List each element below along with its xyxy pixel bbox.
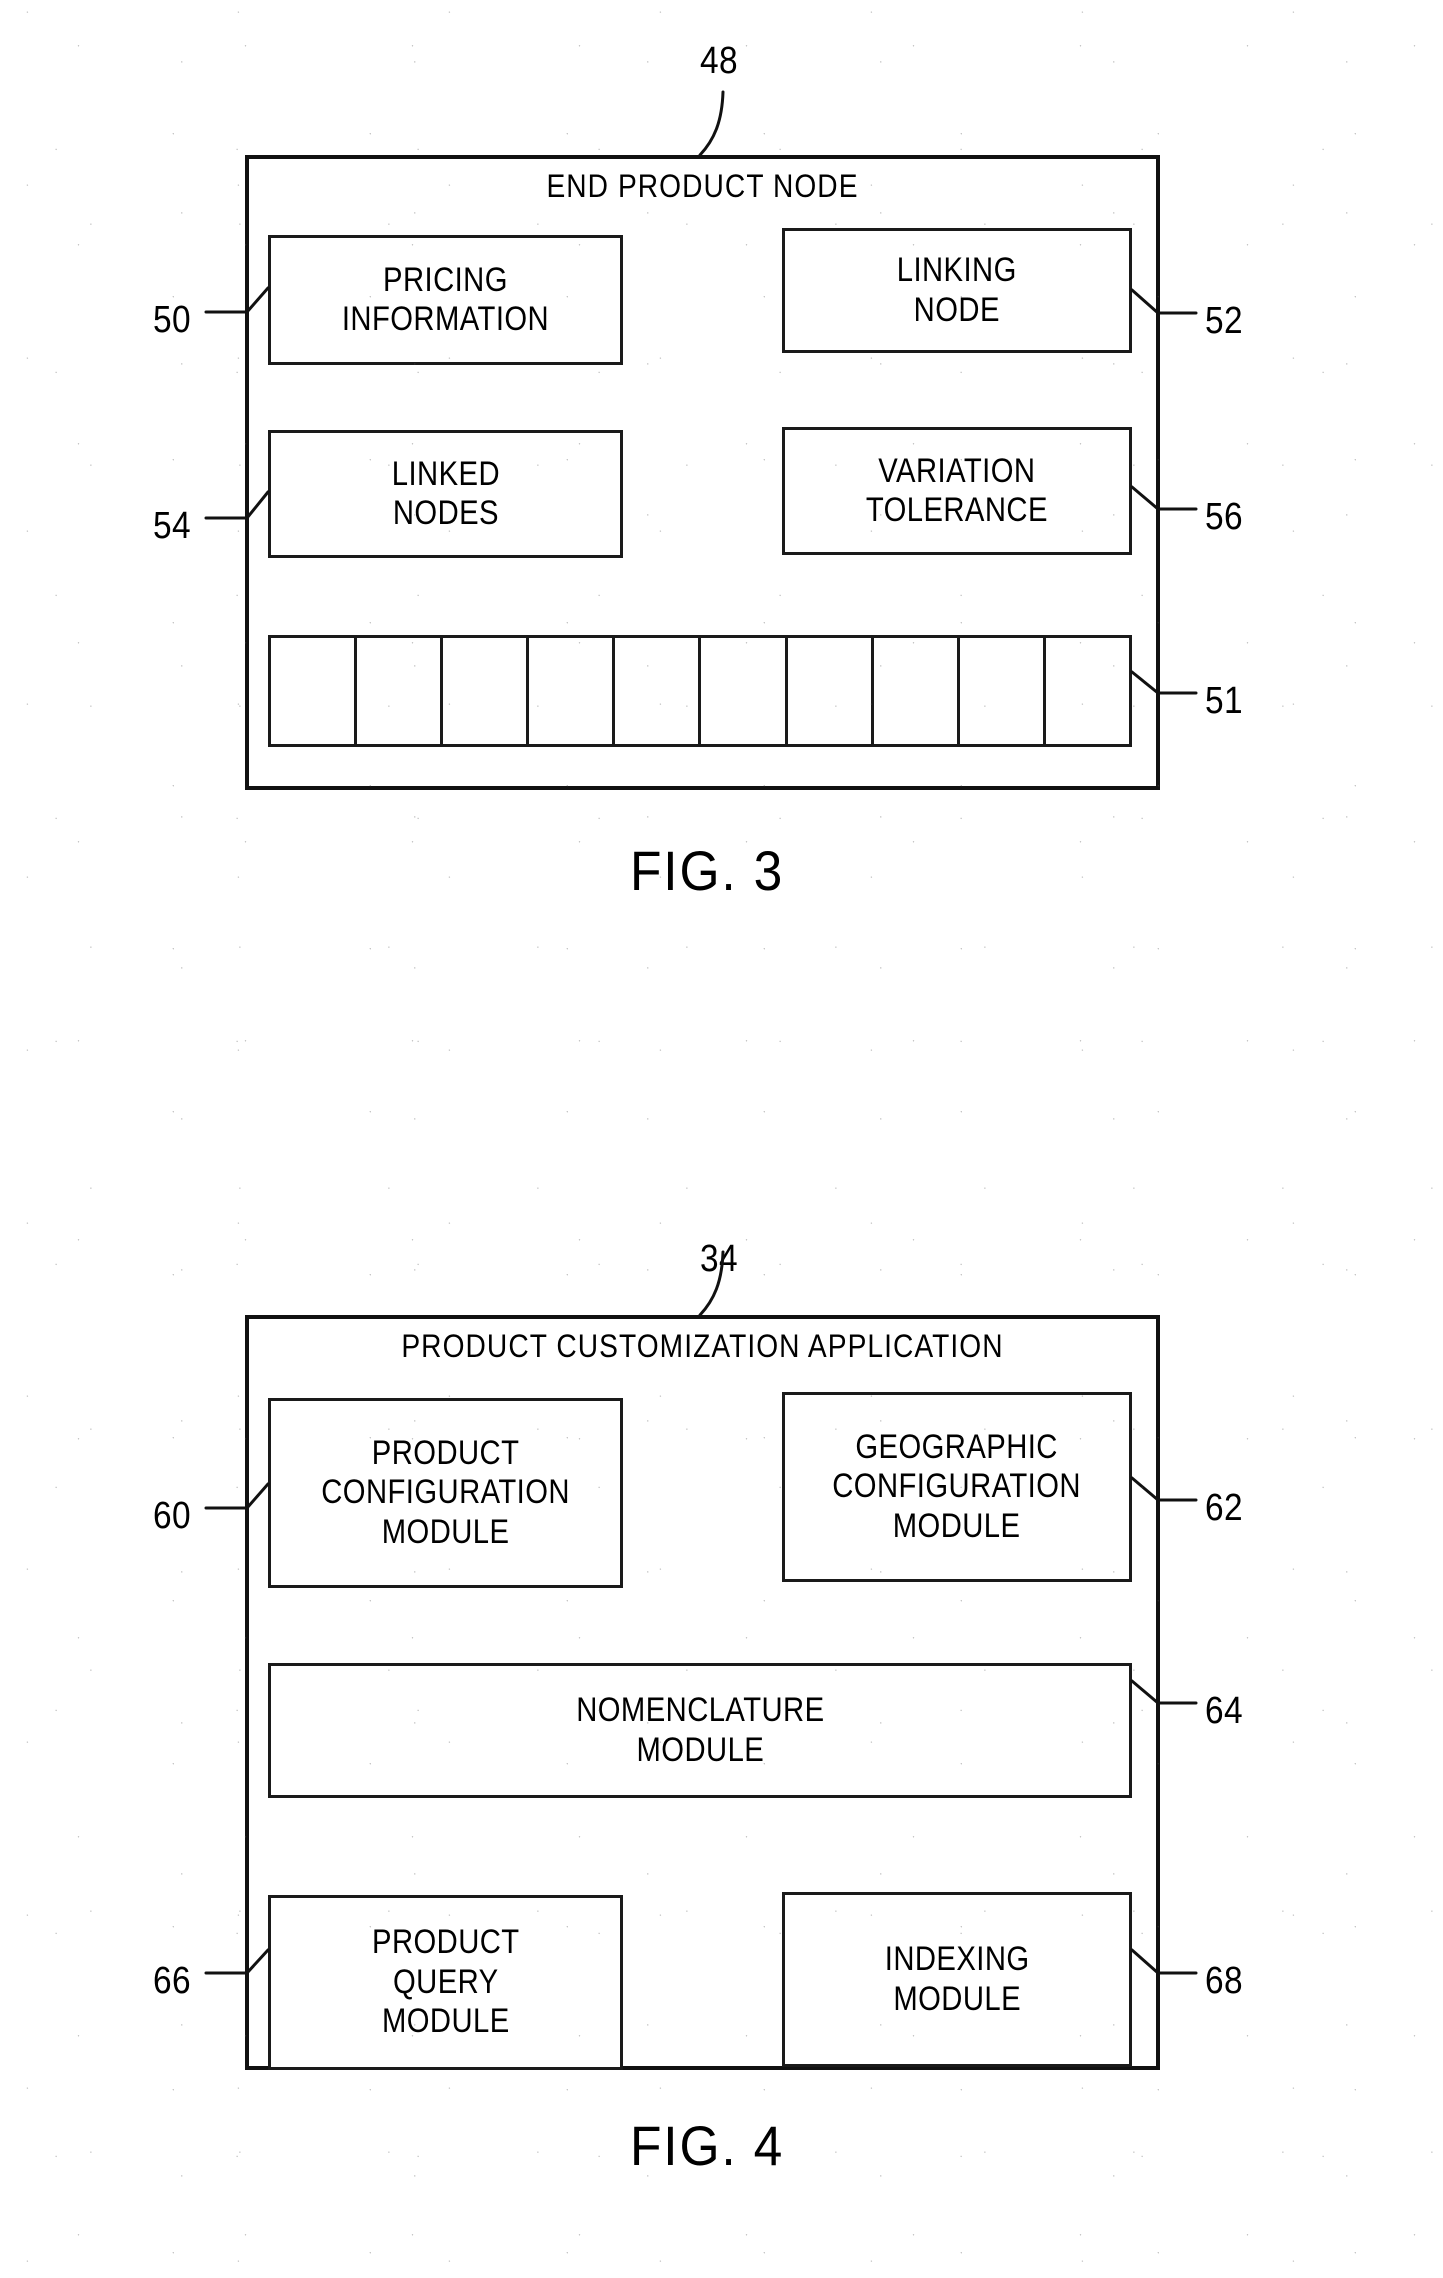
fig3-outer-box bbox=[245, 155, 1160, 790]
fig3-cell bbox=[443, 638, 530, 744]
fig4-block-indexing-module: INDEXING MODULE bbox=[782, 1892, 1132, 2067]
leader-60 bbox=[204, 1482, 270, 1510]
fig4-ref-34: 34 bbox=[700, 1238, 739, 1280]
leader-54 bbox=[204, 490, 270, 520]
leader-64 bbox=[1130, 1679, 1198, 1705]
fig4-block-product-configuration-module-label: PRODUCT CONFIGURATION MODULE bbox=[321, 1433, 570, 1551]
fig3-cell bbox=[960, 638, 1046, 744]
fig3-cell bbox=[788, 638, 874, 744]
leader-48 bbox=[698, 90, 725, 157]
fig4-block-geographic-configuration-module: GEOGRAPHIC CONFIGURATION MODULE bbox=[782, 1392, 1132, 1582]
fig3-cell bbox=[357, 638, 444, 744]
fig3-cell bbox=[615, 638, 702, 744]
leader-50 bbox=[204, 286, 270, 314]
fig4-ref-60: 60 bbox=[153, 1495, 192, 1537]
leader-68 bbox=[1130, 1948, 1198, 1975]
fig3-block-linking-node-label: LINKING NODE bbox=[896, 251, 1017, 329]
fig4-block-product-query-module-label: PRODUCT QUERY MODULE bbox=[371, 1923, 520, 2041]
fig3-block-linked-nodes: LINKED NODES bbox=[268, 430, 623, 558]
patent-drawing-sheet: END PRODUCT NODE PRICING INFORMATION LIN… bbox=[0, 0, 1443, 2278]
fig3-block-linked-nodes-label: LINKED NODES bbox=[391, 454, 500, 532]
leader-51 bbox=[1130, 670, 1198, 695]
fig3-outer-title: END PRODUCT NODE bbox=[546, 168, 859, 204]
fig3-block-linking-node: LINKING NODE bbox=[782, 228, 1132, 353]
leader-62 bbox=[1130, 1476, 1198, 1502]
fig4-block-indexing-module-label: INDEXING MODULE bbox=[884, 1940, 1030, 2018]
leader-lines bbox=[204, 90, 1198, 1975]
fig4-ref-64: 64 bbox=[1205, 1690, 1244, 1732]
fig3-cell bbox=[1046, 638, 1129, 744]
fig4-outer-title: PRODUCT CUSTOMIZATION APPLICATION bbox=[401, 1328, 1004, 1364]
fig4-block-nomenclature-module-label: NOMENCLATURE MODULE bbox=[575, 1691, 825, 1769]
leader-66 bbox=[204, 1948, 270, 1975]
fig3-block-variation-tolerance: VARIATION TOLERANCE bbox=[782, 427, 1132, 555]
fig3-ref-50: 50 bbox=[153, 299, 192, 341]
fig4-block-product-query-module: PRODUCT QUERY MODULE bbox=[268, 1895, 623, 2070]
fig4-block-geographic-configuration-module-label: GEOGRAPHIC CONFIGURATION MODULE bbox=[832, 1427, 1082, 1545]
fig4-outer-box bbox=[245, 1315, 1160, 2070]
fig3-cell bbox=[874, 638, 960, 744]
leader-52 bbox=[1130, 288, 1198, 315]
fig3-ref-52: 52 bbox=[1205, 300, 1244, 342]
fig3-cell bbox=[271, 638, 358, 744]
fig4-ref-62: 62 bbox=[1205, 1487, 1244, 1529]
fig3-ref-51: 51 bbox=[1205, 680, 1244, 722]
leader-34 bbox=[698, 1250, 725, 1317]
fig3-cell-strip bbox=[268, 635, 1132, 747]
fig4-block-nomenclature-module: NOMENCLATURE MODULE bbox=[268, 1663, 1132, 1798]
fig4-ref-66: 66 bbox=[153, 1960, 192, 2002]
fig4-ref-68: 68 bbox=[1205, 1960, 1244, 2002]
scan-speckle-texture bbox=[0, 0, 1443, 2278]
fig3-ref-54: 54 bbox=[153, 505, 192, 547]
fig3-block-pricing-information-label: PRICING INFORMATION bbox=[341, 260, 550, 338]
fig4-caption: FIG. 4 bbox=[630, 2114, 785, 2177]
fig3-cell bbox=[529, 638, 616, 744]
leader-56 bbox=[1130, 485, 1198, 511]
fig3-block-variation-tolerance-label: VARIATION TOLERANCE bbox=[865, 451, 1049, 529]
fig3-ref-48: 48 bbox=[700, 40, 739, 82]
fig4-block-product-configuration-module: PRODUCT CONFIGURATION MODULE bbox=[268, 1398, 623, 1588]
fig3-caption: FIG. 3 bbox=[630, 839, 785, 902]
fig3-cell bbox=[701, 638, 788, 744]
fig3-block-pricing-information: PRICING INFORMATION bbox=[268, 235, 623, 365]
fig3-ref-56: 56 bbox=[1205, 496, 1244, 538]
